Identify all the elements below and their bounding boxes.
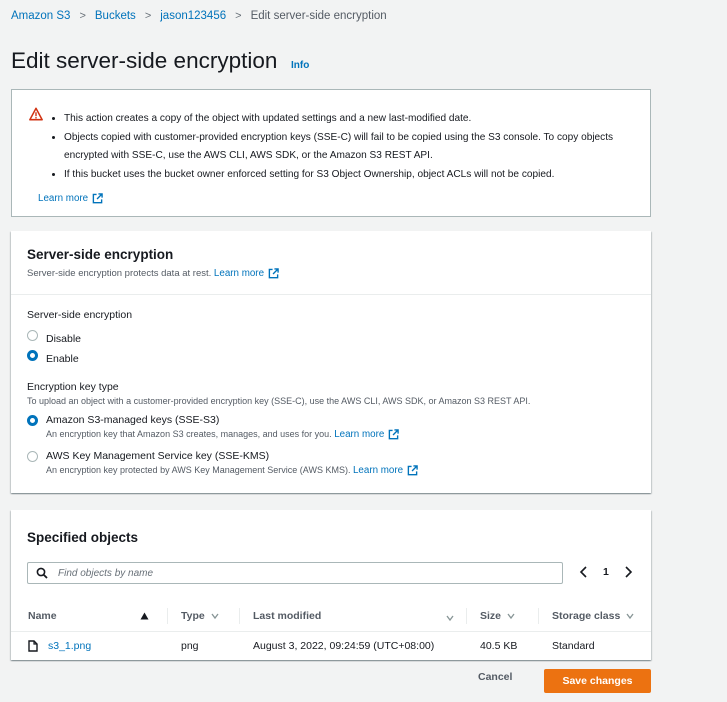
page-title: Edit server-side encryption	[11, 48, 278, 73]
radio-button-selected[interactable]	[27, 350, 38, 361]
save-changes-button[interactable]: Save changes	[544, 669, 651, 693]
breadcrumb-bucket[interactable]: jason123456	[160, 10, 226, 22]
learn-more-label: Learn more	[352, 465, 404, 476]
sort-ascending-icon[interactable]	[140, 612, 149, 620]
warning-icon	[29, 107, 43, 121]
sort-icon	[446, 615, 454, 622]
table-row: s3_1.png png August 3, 2022, 09:24:59 (U…	[11, 633, 651, 660]
radio-disable[interactable]: Disable	[27, 329, 81, 347]
object-last-modified: August 3, 2022, 09:24:59 (UTC+08:00)	[253, 640, 435, 652]
learn-more-label: Learn more	[334, 429, 385, 440]
radio-button[interactable]	[27, 330, 38, 341]
search-input[interactable]	[56, 566, 536, 580]
encryption-panel-title: Server-side encryption	[27, 247, 174, 262]
radio-enable[interactable]: Enable	[27, 349, 79, 367]
encryption-panel: Server-side encryption Server-side encry…	[11, 231, 651, 493]
page-number[interactable]: 1	[603, 566, 609, 578]
column-header-type[interactable]: Type	[181, 610, 219, 622]
sse-s3-description: An encryption key that Amazon S3 creates…	[46, 429, 400, 440]
column-divider	[239, 608, 240, 624]
external-link-icon	[268, 268, 279, 279]
external-link-icon	[388, 429, 400, 440]
learn-more-label: Learn more	[38, 193, 89, 204]
table-header: Name Type Last modified Size Storage cla…	[11, 600, 651, 632]
chevron-right-icon: >	[144, 10, 152, 22]
cancel-button[interactable]: Cancel	[478, 671, 512, 683]
file-icon	[28, 640, 38, 652]
encryption-learn-more-link[interactable]: Learn more	[214, 268, 279, 279]
sse-s3-desc-text: An encryption key that Amazon S3 creates…	[46, 429, 332, 439]
column-header-name[interactable]: Name	[28, 610, 57, 622]
specified-objects-title: Specified objects	[27, 530, 139, 545]
pagination: 1	[577, 565, 635, 579]
radio-enable-label: Enable	[46, 353, 79, 365]
sse-kms-learn-more-link[interactable]: Learn more	[353, 465, 418, 476]
warning-learn-more: Learn more	[38, 188, 103, 206]
search-box	[27, 562, 563, 584]
warning-bullet: If this bucket uses the bucket owner enf…	[64, 166, 635, 185]
column-header-last-modified[interactable]: Last modified	[253, 610, 321, 622]
radio-sse-kms[interactable]: AWS Key Management Service key (SSE-KMS)…	[27, 450, 418, 476]
sort-icon	[626, 613, 634, 620]
column-header-size[interactable]: Size	[480, 610, 515, 622]
column-header-label: Name	[28, 610, 57, 622]
object-storage-class: Standard	[552, 640, 595, 652]
column-header-storage-class[interactable]: Storage class	[552, 610, 634, 622]
sse-s3-label: Amazon S3-managed keys (SSE-S3)	[46, 414, 220, 426]
external-link-icon	[92, 193, 103, 204]
warning-list: This action creates a copy of the object…	[50, 110, 635, 184]
radio-button-selected[interactable]	[27, 415, 38, 426]
object-size: 40.5 KB	[480, 640, 518, 652]
info-link[interactable]: Info	[291, 60, 309, 71]
object-type: png	[181, 640, 199, 652]
learn-more-label: Learn more	[213, 268, 265, 279]
warning-learn-more-link[interactable]: Learn more	[38, 193, 103, 204]
column-header-label: Last modified	[253, 610, 322, 622]
chevron-right-icon: >	[79, 10, 86, 22]
warning-bullet: This action creates a copy of the object…	[64, 110, 635, 129]
sort-icon	[211, 613, 219, 620]
key-type-description: To upload an object with a customer-prov…	[27, 396, 531, 406]
radio-button[interactable]	[27, 451, 38, 462]
warning-alert: This action creates a copy of the object…	[11, 89, 651, 217]
object-name-link[interactable]: s3_1.png	[48, 640, 91, 652]
breadcrumb-amazon-s3[interactable]: Amazon S3	[11, 10, 70, 22]
radio-disable-label: Disable	[46, 333, 82, 345]
column-divider	[538, 608, 539, 624]
encryption-field-label: Server-side encryption	[27, 309, 133, 321]
radio-sse-s3[interactable]: Amazon S3-managed keys (SSE-S3) An encry…	[27, 414, 400, 440]
sse-kms-label: AWS Key Management Service key (SSE-KMS)	[46, 450, 270, 462]
specified-objects-panel: Specified objects 1 Name Type Last mod	[11, 510, 651, 660]
encryption-panel-header: Server-side encryption Server-side encry…	[11, 231, 651, 295]
search-icon	[36, 567, 48, 579]
column-header-label: Storage class	[552, 610, 621, 622]
column-header-label: Type	[181, 610, 205, 622]
key-type-label: Encryption key type	[27, 381, 119, 393]
external-link-icon	[407, 465, 418, 476]
column-header-label: Size	[480, 610, 502, 622]
breadcrumb: Amazon S3 > Buckets > jason123456 > Edit…	[11, 10, 387, 22]
sse-s3-learn-more-link[interactable]: Learn more	[334, 429, 400, 440]
chevron-right-icon: >	[235, 10, 242, 22]
column-divider	[167, 608, 168, 624]
sse-kms-desc-text: An encryption key protected by AWS Key M…	[46, 465, 351, 475]
breadcrumb-buckets[interactable]: Buckets	[95, 10, 136, 22]
encryption-panel-description: Server-side encryption protects data at …	[27, 268, 635, 279]
column-divider	[466, 608, 467, 624]
encryption-description-text: Server-side encryption protects data at …	[27, 268, 212, 279]
chevron-right-icon[interactable]	[621, 565, 635, 579]
warning-bullet: Objects copied with customer-provided en…	[64, 129, 635, 166]
sort-icon	[507, 613, 515, 620]
chevron-left-icon[interactable]	[577, 565, 591, 579]
breadcrumb-current: Edit server-side encryption	[250, 10, 387, 22]
sse-kms-description: An encryption key protected by AWS Key M…	[46, 465, 418, 476]
